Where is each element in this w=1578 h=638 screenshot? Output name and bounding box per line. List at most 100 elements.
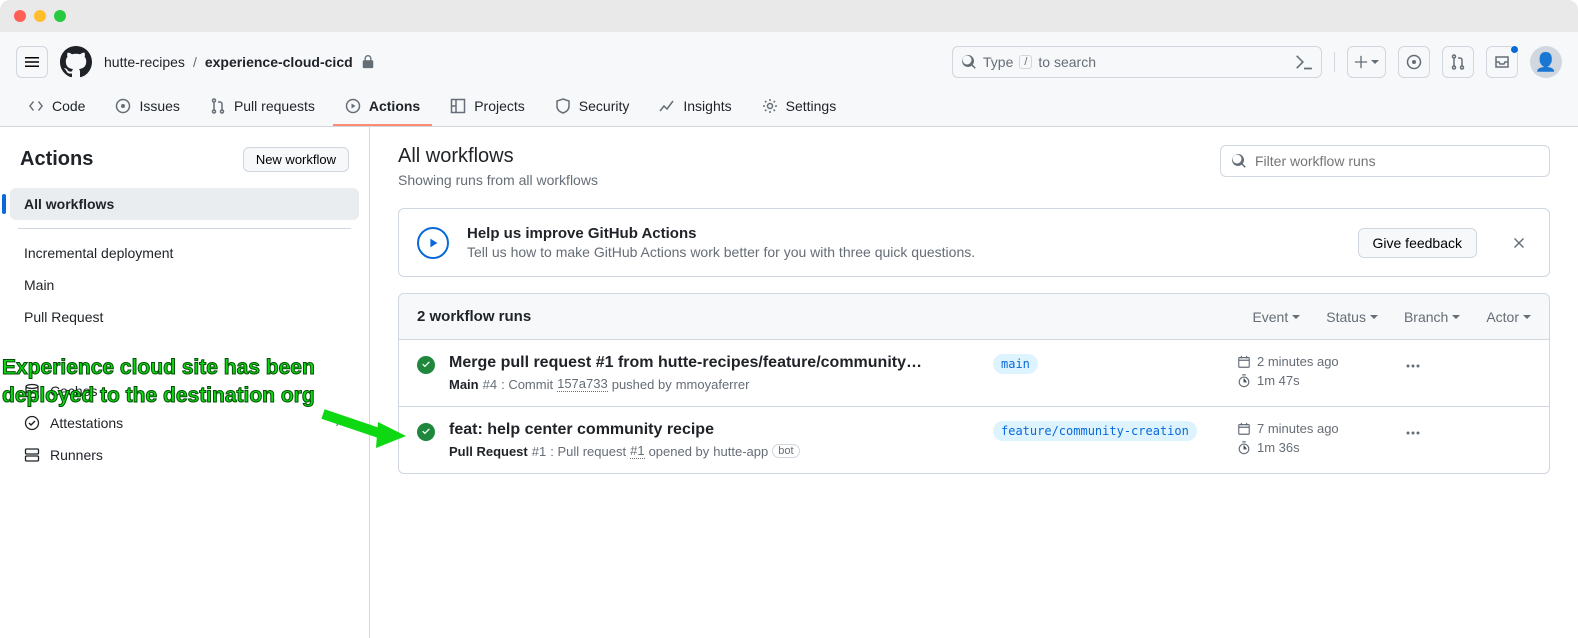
- breadcrumb-sep: /: [193, 54, 197, 70]
- run-meta: Pull Request #1 : Pull request #1 opened…: [449, 443, 979, 459]
- sidebar-attestations[interactable]: Attestations: [10, 407, 359, 439]
- breadcrumb: hutte-recipes / experience-cloud-cicd: [104, 54, 375, 70]
- add-dropdown-button[interactable]: [1347, 46, 1386, 78]
- issue-icon: [1406, 54, 1422, 70]
- run-time: 2 minutes ago: [1257, 354, 1339, 369]
- window-maximize-dot[interactable]: [54, 10, 66, 22]
- workflow-runs-panel: 2 workflow runs Event Status Branch Acto…: [398, 293, 1550, 474]
- sidebar-workflow-item[interactable]: Pull Request: [10, 301, 359, 333]
- branch-pill[interactable]: feature/community-creation: [993, 421, 1197, 441]
- run-duration: 1m 47s: [1257, 373, 1300, 388]
- github-logo[interactable]: [60, 46, 92, 78]
- success-status-icon: [417, 423, 435, 441]
- sidebar-all-workflows[interactable]: All workflows: [10, 188, 359, 220]
- page-subtitle: Showing runs from all workflows: [398, 172, 598, 188]
- feedback-banner: Help us improve GitHub Actions Tell us h…: [398, 208, 1550, 277]
- header-divider: [1334, 52, 1335, 72]
- lock-icon: [361, 55, 375, 69]
- topbar: hutte-recipes / experience-cloud-cicd Ty…: [0, 32, 1578, 88]
- search-shortcut: /: [1019, 55, 1032, 69]
- run-title: feat: help center community recipe: [449, 421, 979, 439]
- run-time: 7 minutes ago: [1257, 421, 1339, 436]
- stopwatch-icon: [1237, 441, 1251, 455]
- sidebar-workflow-item[interactable]: Incremental deployment: [10, 237, 359, 269]
- search-icon: [961, 54, 977, 70]
- command-palette-icon[interactable]: [1295, 53, 1313, 71]
- bot-badge: bot: [772, 444, 799, 458]
- run-duration: 1m 36s: [1257, 440, 1300, 455]
- sidebar-separator: [18, 228, 351, 229]
- runs-panel-header: 2 workflow runs Event Status Branch Acto…: [399, 294, 1549, 340]
- banner-text: Tell us how to make GitHub Actions work …: [467, 244, 975, 260]
- filter-event[interactable]: Event: [1252, 309, 1300, 325]
- pull-requests-button[interactable]: [1442, 46, 1474, 78]
- filter-actor[interactable]: Actor: [1486, 309, 1531, 325]
- hamburger-menu-button[interactable]: [16, 46, 48, 78]
- caret-down-icon: [1452, 313, 1460, 321]
- tab-projects[interactable]: Projects: [438, 88, 537, 126]
- hamburger-icon: [24, 54, 40, 70]
- commit-sha[interactable]: 157a733: [557, 376, 608, 392]
- tab-pull-requests[interactable]: Pull requests: [198, 88, 327, 126]
- external-link-icon: [333, 417, 345, 429]
- breadcrumb-repo[interactable]: experience-cloud-cicd: [205, 54, 353, 70]
- tab-settings[interactable]: Settings: [750, 88, 849, 126]
- tab-code[interactable]: Code: [16, 88, 97, 126]
- filter-runs-field[interactable]: [1255, 153, 1539, 169]
- banner-title: Help us improve GitHub Actions: [467, 225, 975, 242]
- page-title: All workflows: [398, 145, 598, 168]
- database-icon: [24, 383, 40, 399]
- runs-count: 2 workflow runs: [417, 308, 531, 325]
- caret-down-icon: [1371, 58, 1379, 66]
- caret-down-icon: [1523, 313, 1531, 321]
- search-prefix: Type: [983, 54, 1013, 70]
- tab-issues[interactable]: Issues: [103, 88, 191, 126]
- tab-actions[interactable]: Actions: [333, 88, 432, 126]
- kebab-icon: [1405, 425, 1421, 441]
- window-minimize-dot[interactable]: [34, 10, 46, 22]
- workflow-run-row[interactable]: Merge pull request #1 from hutte-recipes…: [399, 340, 1549, 407]
- caret-down-icon: [1370, 313, 1378, 321]
- workflow-run-row[interactable]: feat: help center community recipe Pull …: [399, 407, 1549, 473]
- user-avatar[interactable]: 👤: [1530, 46, 1562, 78]
- calendar-icon: [1237, 422, 1251, 436]
- sidebar-runners[interactable]: Runners: [10, 439, 359, 471]
- filter-runs-input[interactable]: [1220, 145, 1550, 177]
- global-search[interactable]: Type / to search: [952, 46, 1322, 78]
- notification-dot: [1510, 45, 1519, 54]
- server-icon: [24, 447, 40, 463]
- window-chrome: [0, 0, 1578, 32]
- close-icon: [1511, 235, 1527, 251]
- run-title: Merge pull request #1 from hutte-recipes…: [449, 354, 979, 372]
- issues-button[interactable]: [1398, 46, 1430, 78]
- main-content: All workflows Showing runs from all work…: [370, 127, 1578, 638]
- tab-security[interactable]: Security: [543, 88, 642, 126]
- window-close-dot[interactable]: [14, 10, 26, 22]
- pr-number[interactable]: #1: [630, 443, 644, 459]
- sidebar-caches[interactable]: Caches: [10, 375, 359, 407]
- pr-icon: [1450, 54, 1466, 70]
- filter-branch[interactable]: Branch: [1404, 309, 1460, 325]
- success-status-icon: [417, 356, 435, 374]
- caret-down-icon: [1292, 313, 1300, 321]
- new-workflow-button[interactable]: New workflow: [243, 147, 349, 172]
- breadcrumb-owner[interactable]: hutte-recipes: [104, 54, 185, 70]
- stopwatch-icon: [1237, 374, 1251, 388]
- filter-status[interactable]: Status: [1326, 309, 1378, 325]
- inbox-icon: [1494, 54, 1510, 70]
- inbox-button[interactable]: [1486, 46, 1518, 78]
- verified-icon: [24, 415, 40, 431]
- sidebar-workflow-item[interactable]: Main: [10, 269, 359, 301]
- run-menu-button[interactable]: [1401, 421, 1425, 445]
- sidebar-title: Actions: [20, 148, 93, 171]
- search-suffix: to search: [1038, 54, 1096, 70]
- banner-close-button[interactable]: [1507, 231, 1531, 255]
- search-icon: [1231, 153, 1247, 169]
- branch-pill[interactable]: main: [993, 354, 1038, 374]
- kebab-icon: [1405, 358, 1421, 374]
- run-menu-button[interactable]: [1401, 354, 1425, 378]
- tab-insights[interactable]: Insights: [647, 88, 743, 126]
- give-feedback-button[interactable]: Give feedback: [1358, 228, 1478, 258]
- github-mark-icon: [60, 46, 92, 78]
- calendar-icon: [1237, 355, 1251, 369]
